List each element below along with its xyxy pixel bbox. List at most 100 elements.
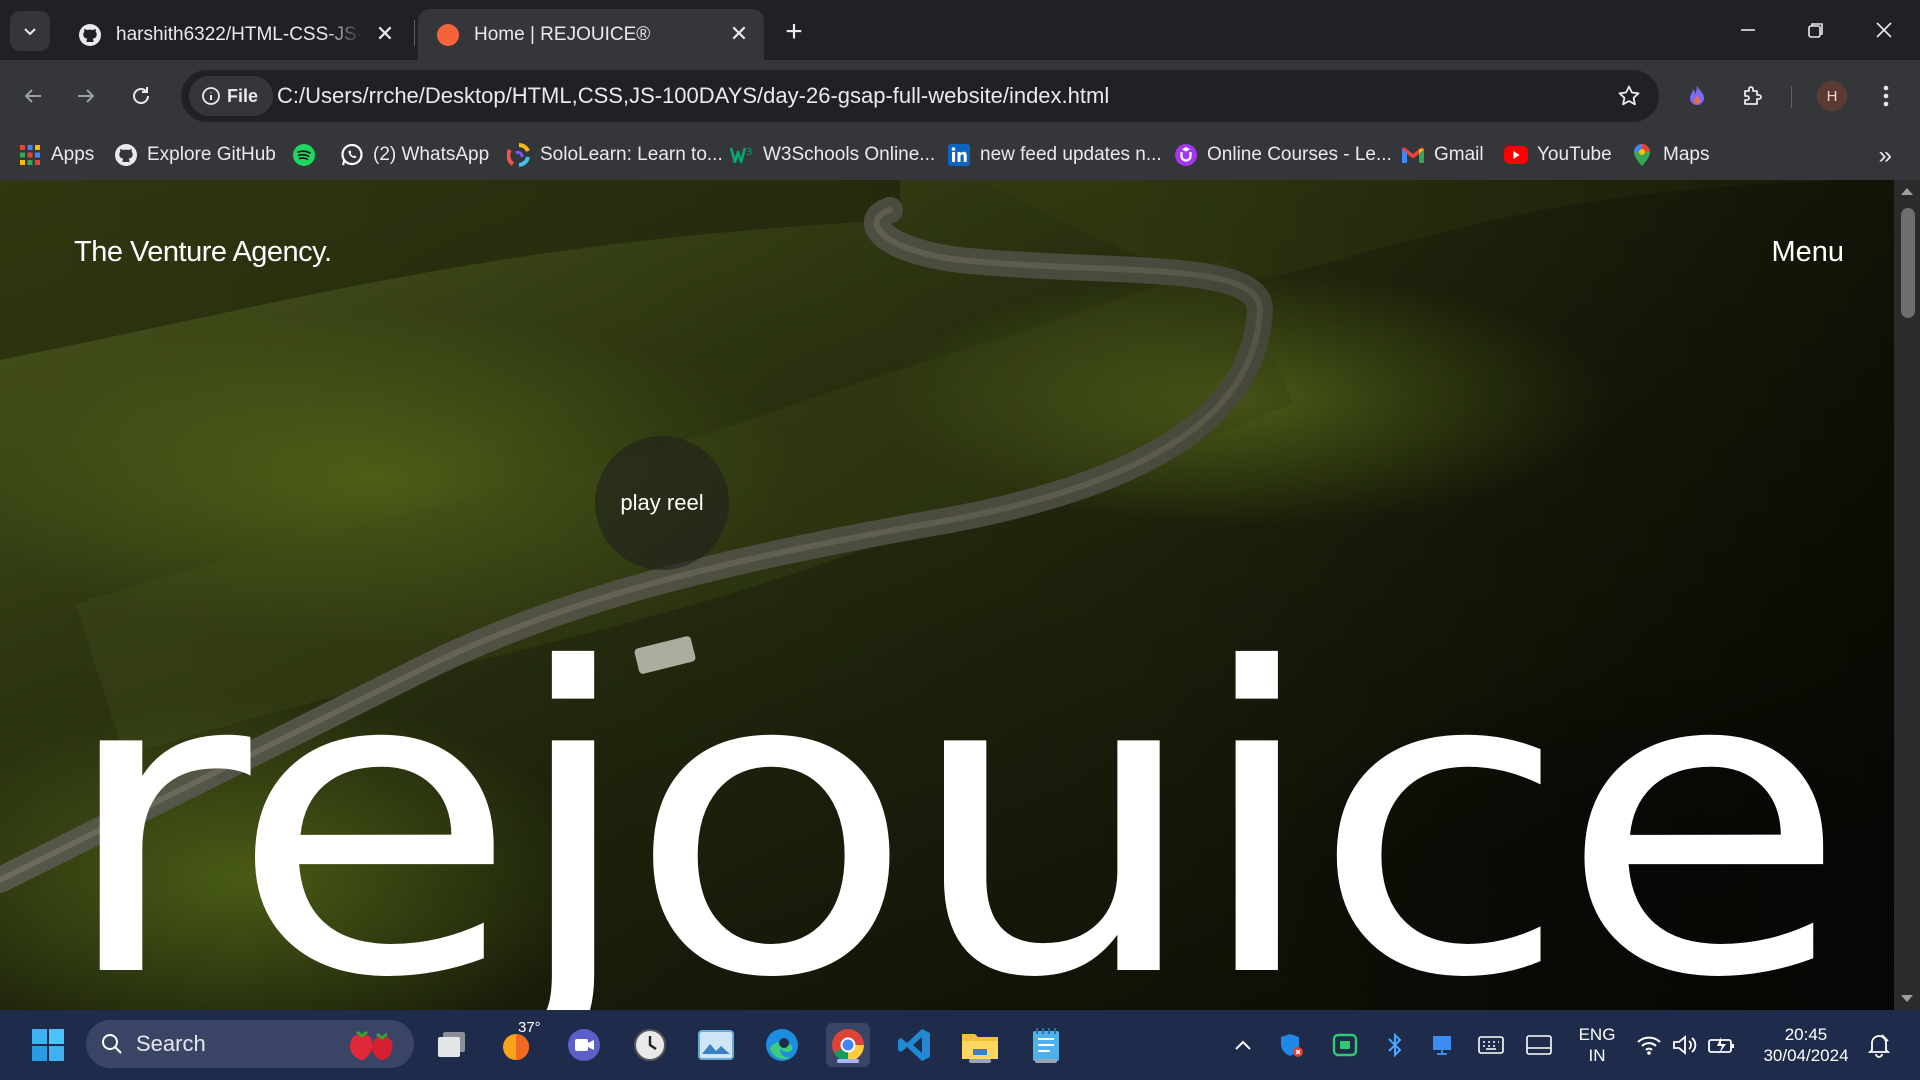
bookmark-star-button[interactable] (1613, 80, 1645, 112)
tablet-tray-icon[interactable] (1522, 1023, 1556, 1067)
browser-toolbar: File C:/Users/rrche/Desktop/HTML,CSS,JS-… (0, 60, 1920, 130)
notifications-button[interactable] (1862, 1023, 1896, 1067)
new-tab-button[interactable]: + (776, 14, 812, 50)
more-bookmarks-icon[interactable]: » (1879, 142, 1892, 170)
puzzle-icon (1744, 86, 1762, 105)
language-line1: ENG (1578, 1025, 1616, 1044)
tab-separator (414, 20, 415, 46)
show-hidden-icons-button[interactable] (1228, 1023, 1258, 1067)
notepad-button[interactable] (1024, 1023, 1068, 1067)
bookmark-label: W3Schools Online... (763, 144, 936, 165)
defender-tray-icon[interactable] (1276, 1023, 1306, 1067)
tab-rejouice[interactable]: Home | REJOUICE® ✕ (418, 9, 764, 60)
svg-text:3: 3 (746, 147, 752, 158)
volume-icon (1673, 1035, 1697, 1055)
restore-icon (1808, 23, 1823, 38)
maps-icon (1630, 143, 1654, 167)
close-tab-icon[interactable]: ✕ (372, 21, 398, 47)
bookmark-gmail[interactable]: Gmail (1401, 139, 1484, 171)
running-indicator (837, 1059, 859, 1063)
scrollbar-thumb[interactable] (1901, 208, 1915, 318)
vscode-icon (898, 1029, 930, 1061)
hero-wordmark: rejouice (57, 581, 1847, 1010)
close-tab-icon[interactable]: ✕ (726, 21, 752, 47)
app-tray-icon[interactable] (1330, 1023, 1360, 1067)
teams-button[interactable] (562, 1023, 606, 1067)
search-icon (102, 1034, 122, 1054)
display-tray-icon[interactable] (1427, 1023, 1457, 1067)
bookmark-maps[interactable]: Maps (1630, 139, 1709, 171)
scroll-down-arrow-icon[interactable] (1901, 995, 1913, 1002)
restore-button[interactable] (1782, 0, 1850, 60)
extensions-button[interactable] (1733, 76, 1773, 116)
page-scrollbar[interactable] (1894, 180, 1920, 1010)
wifi-icon (1637, 1036, 1661, 1055)
browser-menu-button[interactable] (1866, 76, 1906, 116)
start-button[interactable] (26, 1023, 70, 1067)
info-icon (202, 87, 220, 105)
language-indicator[interactable]: ENG IN (1570, 1024, 1624, 1066)
github-icon (114, 143, 138, 167)
spotify-icon (292, 143, 316, 167)
tab-search-button[interactable] (10, 11, 50, 51)
minimize-button[interactable] (1714, 0, 1782, 60)
bookmark-label: Maps (1663, 144, 1710, 165)
bookmark-label: (2) WhatsApp (373, 144, 490, 165)
avatar: H (1817, 81, 1847, 111)
minimize-icon (1741, 29, 1755, 31)
monitor-icon (1433, 1036, 1451, 1055)
close-window-button[interactable] (1850, 0, 1918, 60)
video-chat-icon (568, 1029, 600, 1061)
bookmark-label: Online Courses - Le... (1207, 144, 1392, 165)
gmail-icon (1401, 143, 1425, 167)
bookmark-youtube[interactable]: YouTube (1504, 139, 1612, 171)
bookmark-label: Apps (51, 144, 95, 165)
tab-github[interactable]: harshith6322/HTML-CSS-JS-100 ✕ (60, 9, 410, 60)
arrow-right-icon (78, 89, 95, 103)
reload-button[interactable] (121, 76, 161, 116)
bookmark-label: Gmail (1434, 144, 1484, 165)
bookmark-apps[interactable]: Apps (18, 139, 94, 171)
url-text[interactable]: C:/Users/rrche/Desktop/HTML,CSS,JS-100DA… (277, 83, 1109, 109)
forward-button[interactable] (66, 76, 106, 116)
strawberry-icon (350, 1030, 393, 1060)
clock-widget[interactable]: 20:45 30/04/2024 (1756, 1024, 1856, 1066)
shield-icon (1281, 1034, 1303, 1057)
file-explorer-button[interactable] (958, 1023, 1002, 1067)
keyboard-tray-icon[interactable] (1474, 1023, 1508, 1067)
task-view-icon (438, 1032, 465, 1057)
address-bar[interactable]: File C:/Users/rrche/Desktop/HTML,CSS,JS-… (181, 70, 1659, 122)
edge-button[interactable] (760, 1023, 804, 1067)
scroll-up-arrow-icon[interactable] (1901, 188, 1913, 195)
language-line2: IN (1588, 1046, 1606, 1065)
bluetooth-tray-icon[interactable] (1380, 1023, 1410, 1067)
weather-widget[interactable]: 37° (496, 1019, 541, 1067)
bookmark-sololearn[interactable]: SoloLearn: Learn to... (507, 139, 723, 171)
linkedin-icon (947, 143, 971, 167)
profile-button[interactable]: H (1812, 76, 1852, 116)
arrow-left-icon (24, 89, 41, 103)
chrome-browser-icon (832, 1029, 864, 1062)
bookmark-whatsapp[interactable]: (2) WhatsApp (340, 139, 489, 171)
bookmarks-bar: Apps Explore GitHub (2) WhatsApp SoloLea… (0, 130, 1920, 180)
bookmark-linkedin[interactable]: new feed updates n... (947, 139, 1162, 171)
quick-settings-button[interactable] (1630, 1023, 1742, 1067)
chrome-button[interactable] (826, 1023, 870, 1067)
bookmark-w3schools[interactable]: 3 W3Schools Online... (730, 139, 935, 171)
tab-title: Home | REJOUICE® (474, 23, 651, 45)
page-viewport: The Venture Agency. Menu play reel rejou… (0, 180, 1894, 1010)
photos-app-button[interactable] (694, 1023, 738, 1067)
running-indicator (969, 1059, 991, 1063)
bookmark-udemy[interactable]: Online Courses - Le... (1174, 139, 1392, 171)
bookmark-spotify[interactable] (292, 139, 325, 171)
green-app-icon (1332, 1033, 1358, 1057)
vscode-button[interactable] (892, 1023, 936, 1067)
clock-app-button[interactable] (628, 1023, 672, 1067)
extension-flame-button[interactable] (1677, 76, 1717, 116)
clock-icon (634, 1029, 666, 1061)
taskbar-search[interactable]: Search (86, 1020, 414, 1068)
bookmark-explore-github[interactable]: Explore GitHub (114, 139, 276, 171)
back-button[interactable] (13, 76, 53, 116)
site-info-chip[interactable]: File (189, 76, 273, 116)
task-view-button[interactable] (430, 1023, 474, 1067)
